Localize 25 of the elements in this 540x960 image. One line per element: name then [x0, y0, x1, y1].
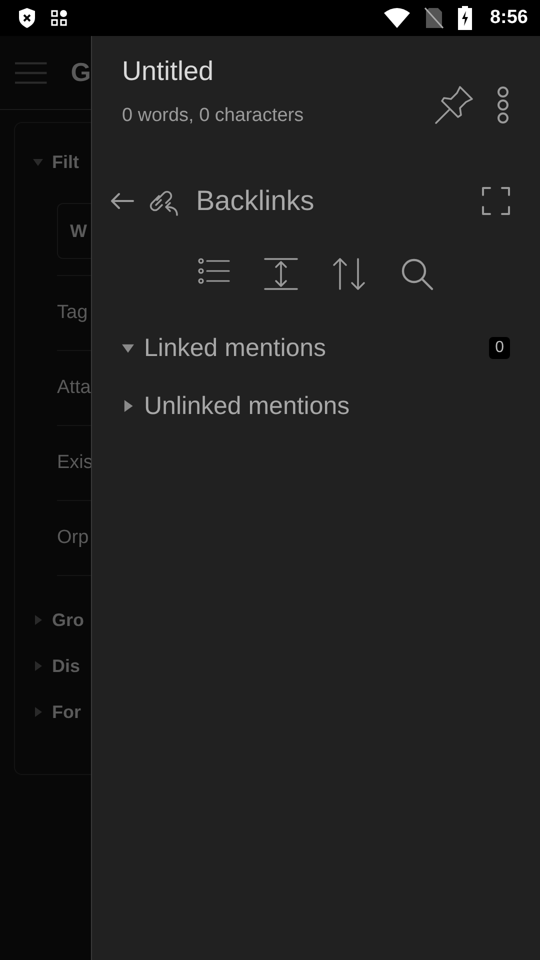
battery-icon — [458, 6, 472, 30]
menu-icon — [15, 60, 47, 86]
wifi-icon — [384, 8, 410, 28]
more-icon[interactable] — [496, 86, 510, 124]
mention-section[interactable]: Linked mentions 0 — [92, 319, 510, 377]
count-badge: 0 — [489, 337, 510, 359]
grid-icon — [51, 10, 67, 26]
section-title: Filt — [52, 152, 79, 172]
section-title: Gro — [52, 610, 84, 630]
section-title: Dis — [52, 656, 80, 676]
status-time: 8:56 — [490, 7, 528, 29]
note-title: Untitled — [122, 56, 215, 87]
page-title: G — [70, 57, 91, 88]
panel-title: Backlinks — [196, 185, 314, 217]
search-icon[interactable] — [400, 257, 434, 291]
expand-height-icon[interactable] — [264, 257, 298, 291]
back-arrow-icon[interactable] — [110, 192, 134, 210]
shield-icon — [17, 7, 37, 29]
section-title: For — [52, 702, 81, 722]
sort-icon[interactable] — [332, 257, 366, 291]
mention-section[interactable]: Unlinked mentions — [92, 377, 510, 435]
word-count: 0 words, 0 characters — [122, 105, 304, 127]
no-sim-icon — [424, 7, 444, 29]
pin-icon[interactable] — [434, 84, 474, 124]
fullscreen-icon[interactable] — [482, 187, 510, 215]
